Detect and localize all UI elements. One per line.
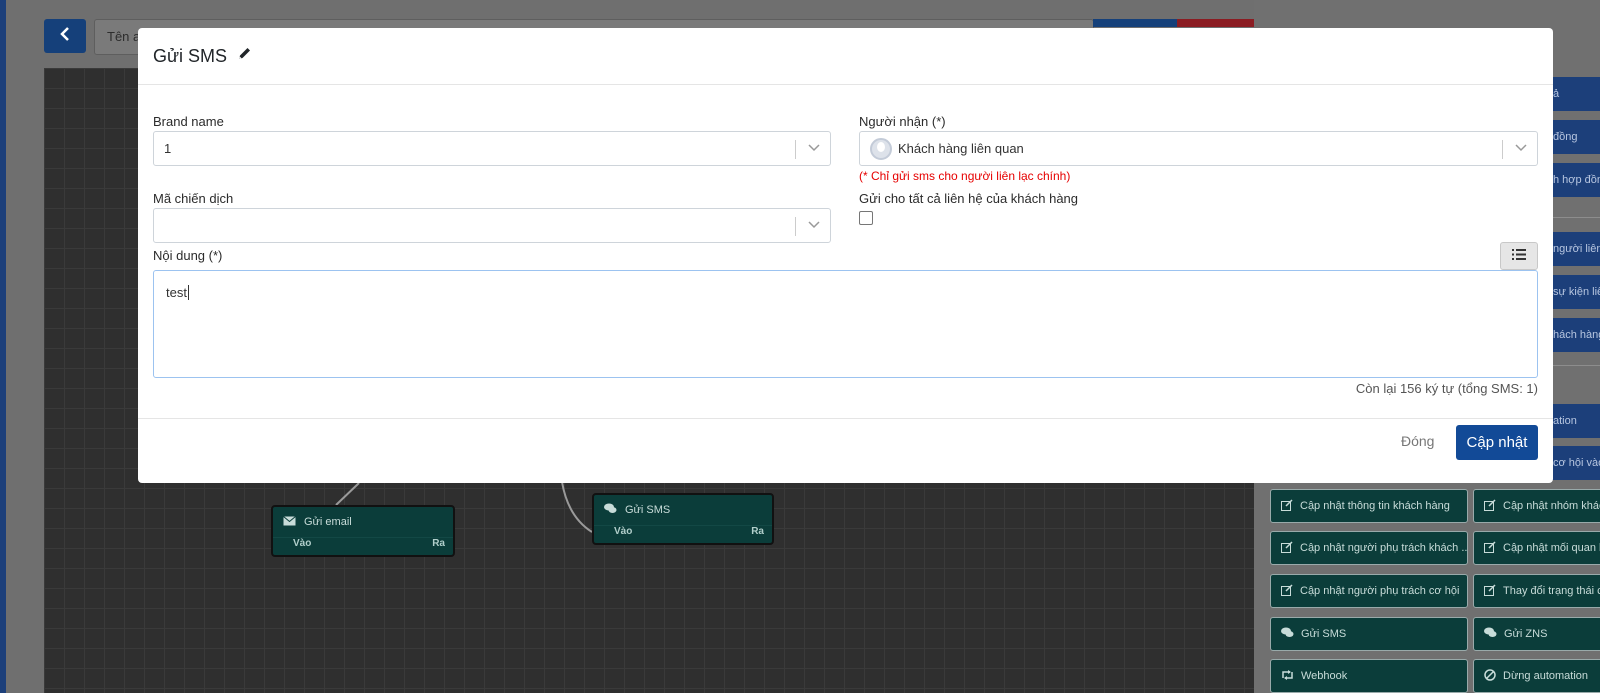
action-label: Cập nhật thông tin khách hàng — [1300, 500, 1450, 512]
send-email-node[interactable]: Gửi email Vào Ra — [271, 505, 455, 557]
action-chat-item[interactable]: Gửi ZNS — [1473, 617, 1600, 651]
chat-icon — [1484, 627, 1497, 641]
action-edit-item[interactable]: Thay đổi trạng thái cơ — [1473, 574, 1600, 608]
modal-footer — [138, 418, 1553, 419]
send-sms-modal: Gửi SMS Brand name 1 Người nhận (*) Khác… — [138, 28, 1553, 483]
panel-item[interactable]: ả — [1545, 77, 1600, 111]
panel-item[interactable]: hách hàng — [1545, 318, 1600, 352]
panel-item[interactable]: cơ hội vào — [1545, 446, 1600, 480]
input-port[interactable]: Vào — [293, 538, 311, 553]
panel-item[interactable]: ation — [1545, 404, 1600, 438]
action-label: Cập nhật mối quan hệ — [1503, 542, 1600, 554]
edit-icon — [1281, 583, 1293, 599]
action-chat-item[interactable]: Gửi SMS — [1270, 617, 1468, 651]
action-edit-item[interactable]: Cập nhật nhóm khách — [1473, 489, 1600, 523]
campaign-code-select[interactable] — [153, 208, 831, 243]
insert-variable-button[interactable] — [1500, 242, 1538, 270]
edit-icon — [1281, 540, 1293, 556]
node-title: Gửi SMS — [625, 504, 671, 516]
edit-icon — [1281, 498, 1293, 514]
action-label: Cập nhật người phụ trách khách ... — [1300, 542, 1468, 554]
chat-icon — [604, 503, 617, 517]
edit-icon — [1484, 498, 1496, 514]
action-label: Webhook — [1301, 670, 1348, 682]
action-label: Cập nhật nhóm khách — [1503, 500, 1600, 512]
modal-title: Gửi SMS — [153, 45, 228, 66]
brand-name-select[interactable]: 1 — [153, 131, 831, 166]
output-port[interactable]: Ra — [432, 538, 445, 553]
recipient-value: Khách hàng liên quan — [898, 141, 1024, 156]
send-all-label: Gửi cho tất cả liên hệ của khách hàng — [859, 191, 1079, 206]
action-edit-item[interactable]: Cập nhật mối quan hệ — [1473, 531, 1600, 565]
content-text: test — [166, 285, 187, 300]
action-label: Dừng automation — [1503, 670, 1589, 682]
edit-icon — [1484, 540, 1496, 556]
text-caret — [187, 285, 189, 300]
send-sms-node[interactable]: Gửi SMS Vào Ra — [592, 493, 774, 545]
content-label: Nội dung (*) — [153, 248, 223, 263]
action-label: Cập nhật người phụ trách cơ hội — [1300, 585, 1460, 597]
send-all-checkbox[interactable] — [859, 211, 873, 225]
list-icon — [1512, 247, 1526, 265]
content-textarea[interactable]: test — [153, 270, 1538, 378]
panel-item[interactable]: người liên l — [1545, 232, 1600, 266]
recipient-select[interactable]: Khách hàng liên quan — [859, 131, 1538, 166]
close-button[interactable]: Đóng — [1401, 433, 1434, 449]
retweet-icon — [1281, 669, 1294, 683]
select-separator — [795, 140, 796, 159]
update-button[interactable]: Cập nhật — [1456, 425, 1538, 460]
brand-name-value: 1 — [164, 141, 172, 156]
avatar-icon — [870, 137, 892, 160]
chevron-down-icon[interactable] — [808, 217, 820, 232]
panel-item[interactable]: đồng — [1545, 120, 1600, 154]
edit-icon — [1484, 583, 1496, 599]
panel-item[interactable]: h hợp đồng — [1545, 163, 1600, 197]
panel-item[interactable]: sự kiện liên — [1545, 275, 1600, 309]
pencil-icon[interactable] — [237, 46, 252, 66]
campaign-code-label: Mã chiến dịch — [153, 191, 234, 206]
select-separator — [795, 217, 796, 236]
action-label: Gửi ZNS — [1504, 628, 1548, 640]
chat-icon — [1281, 627, 1294, 641]
chevron-down-icon[interactable] — [808, 140, 820, 155]
envelope-icon — [283, 515, 296, 529]
action-edit-item[interactable]: Cập nhật người phụ trách cơ hội — [1270, 574, 1468, 608]
ban-icon — [1484, 668, 1496, 684]
input-port[interactable]: Vào — [614, 526, 632, 541]
action-ban-item[interactable]: Dừng automation — [1473, 659, 1600, 693]
select-separator — [1502, 140, 1503, 159]
action-edit-item[interactable]: Cập nhật người phụ trách khách ... — [1270, 531, 1468, 565]
char-counter: Còn lại 156 ký tự (tổng SMS: 1) — [1355, 381, 1538, 396]
recipient-label: Người nhận (*) — [859, 114, 946, 129]
action-retweet-item[interactable]: Webhook — [1270, 659, 1468, 693]
output-port[interactable]: Ra — [751, 526, 764, 541]
action-edit-item[interactable]: Cập nhật thông tin khách hàng — [1270, 489, 1468, 523]
action-label: Gửi SMS — [1301, 628, 1347, 640]
recipient-warning: (* Chỉ gửi sms cho người liên lạc chính) — [859, 169, 1071, 183]
chevron-down-icon[interactable] — [1515, 140, 1527, 155]
node-title: Gửi email — [304, 516, 352, 528]
action-label: Thay đổi trạng thái cơ — [1503, 585, 1600, 597]
brand-name-label: Brand name — [153, 114, 224, 129]
